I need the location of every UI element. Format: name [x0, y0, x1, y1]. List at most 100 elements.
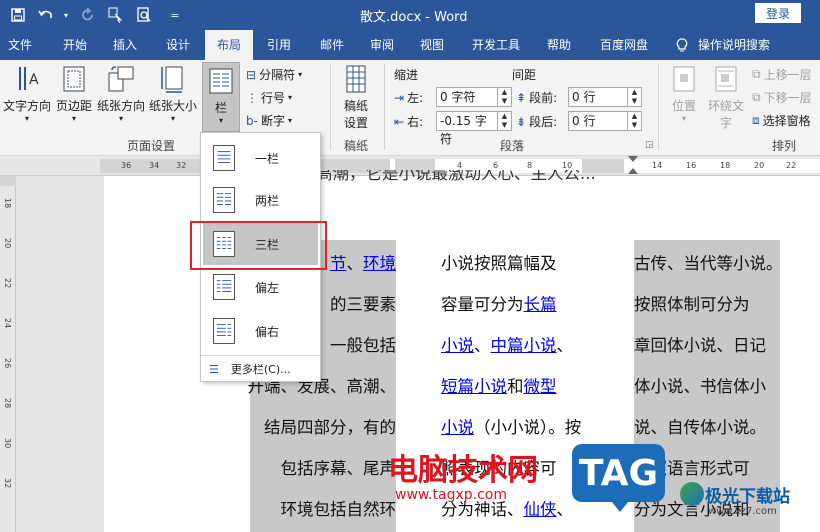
text-run: （小小说）。按 — [474, 418, 582, 437]
login-button[interactable]: 登录 — [755, 3, 801, 23]
undo-dropdown-icon[interactable]: ▾ — [56, 5, 76, 25]
text-line: 按照体制可分为 — [634, 295, 750, 315]
first-line-indent-marker[interactable] — [628, 156, 638, 162]
tab-help[interactable]: 帮助 — [536, 30, 582, 60]
wrap-text-button[interactable]: 环绕文 字 — [706, 64, 746, 131]
hyperlink[interactable]: 仙侠 — [524, 500, 557, 519]
ruler-tick: 32 — [3, 478, 12, 489]
customize-quick-access-icon[interactable]: = — [165, 5, 185, 25]
indent-left-spinner[interactable]: ▲ ▼ — [498, 87, 512, 107]
columns-label: 栏 — [214, 101, 227, 115]
highlight-box — [190, 221, 327, 270]
send-backward-button[interactable]: ⧉ 下移一层 — [752, 89, 812, 106]
bring-forward-icon: ⧉ — [752, 67, 761, 81]
tab-home[interactable]: 开始 — [52, 30, 98, 60]
breaks-button[interactable]: ⊟ 分隔符 ▾ — [246, 66, 302, 83]
hyperlink[interactable]: 长篇 — [524, 295, 557, 314]
tab-mailings[interactable]: 邮件 — [309, 30, 355, 60]
hyperlink[interactable]: 小说 — [441, 418, 474, 437]
right-column-icon — [213, 318, 235, 344]
ruler-tick: 4 — [457, 161, 463, 170]
hyperlink[interactable]: 节 — [330, 254, 347, 273]
text-run: 、 — [556, 336, 574, 355]
indent-left-label: ⇥ 左: — [394, 90, 424, 106]
ruler-tick: 32 — [176, 161, 187, 170]
ruler-tick: 20 — [754, 161, 765, 170]
hyperlink[interactable]: 微型 — [524, 377, 557, 396]
window-title: 散文.docx - Word — [360, 10, 468, 25]
paragraph-launcher-icon[interactable]: ◲ — [645, 140, 654, 150]
breaks-icon: ⊟ — [246, 67, 257, 82]
ruler-tick: 18 — [3, 198, 12, 209]
indent-right-spinner[interactable]: ▲ ▼ — [498, 111, 512, 131]
spacing-after-field[interactable]: 0 行 — [568, 111, 628, 131]
tab-developer[interactable]: 开发工具 — [462, 30, 530, 60]
orientation-button[interactable]: 纸张方向 ▾ — [96, 64, 146, 123]
tab-baidu-netdisk[interactable]: 百度网盘 — [590, 30, 658, 60]
columns-option-right[interactable]: 偏右 — [203, 310, 318, 352]
text-direction-button[interactable]: A 文字方向 ▾ — [2, 64, 52, 123]
margins-icon — [63, 66, 85, 92]
text-line: 说、自传体小说。 — [634, 418, 766, 438]
text-line: 古传、当代等小说。 — [634, 254, 783, 274]
tab-design[interactable]: 设计 — [155, 30, 201, 60]
spacing-before-spinner[interactable]: ▲ ▼ — [628, 87, 642, 107]
position-button[interactable]: 位置 ▾ — [664, 64, 704, 123]
text-line: 一般包括 — [330, 336, 396, 356]
manuscript-settings-button[interactable]: 稿纸 设置 — [336, 64, 376, 131]
indent-left-field[interactable]: 0 字符 — [436, 87, 498, 107]
tab-file[interactable]: 文件 — [0, 30, 40, 60]
text-line: 结局四部分，有的 — [264, 418, 396, 438]
ruler-margin — [0, 176, 16, 186]
bring-forward-button[interactable]: ⧉ 上移一层 — [752, 66, 812, 83]
spacing-after-spinner[interactable]: ▲ ▼ — [628, 111, 642, 131]
text-run: 、 — [474, 336, 491, 355]
indent-right-field[interactable]: -0.15 字符 — [436, 111, 498, 146]
tab-references[interactable]: 引用 — [256, 30, 302, 60]
size-button[interactable]: 纸张大小 ▾ — [148, 64, 198, 123]
tell-me-search[interactable]: 操作说明搜索 — [698, 30, 808, 60]
more-columns-icon: ☰ — [209, 362, 219, 376]
vertical-ruler[interactable]: 18 20 22 24 26 28 30 32 — [0, 176, 16, 532]
wrap-text-icon — [715, 66, 737, 92]
hyperlink[interactable]: 小说 — [441, 336, 474, 355]
tab-layout[interactable]: 布局 — [205, 30, 253, 60]
columns-button[interactable]: 栏 ▾ — [202, 62, 240, 132]
text-line: 环境包括自然环 — [281, 500, 397, 520]
selection-pane-button[interactable]: ⧈ 选择窗格 — [752, 112, 811, 129]
hyperlink[interactable]: 中篇小说 — [491, 336, 557, 355]
columns-option-label: 两栏 — [255, 193, 280, 208]
columns-option-two[interactable]: 两栏 — [203, 179, 318, 221]
columns-option-one[interactable]: 一栏 — [203, 137, 318, 179]
print-preview-icon[interactable] — [134, 5, 154, 25]
ruler-tick: 36 — [121, 161, 132, 170]
watermark-jiguang-url: www.xz7.com — [708, 506, 777, 517]
more-columns-button[interactable]: ☰ 更多栏(C)... — [203, 359, 318, 379]
line-numbers-button[interactable]: ⋮ 行号 ▾ — [246, 89, 292, 106]
undo-icon[interactable] — [36, 5, 56, 25]
margins-button[interactable]: 页边距 ▾ — [54, 64, 94, 123]
ribbon: A 文字方向 ▾ 页边距 ▾ 纸张方向 ▾ 纸张大小 ▾ 栏 ▾ ⊟ 分隔符 ▾ … — [0, 60, 820, 156]
text-run: 体小说、书信体小 — [634, 377, 766, 396]
page-setup-group-label: 页面设置 — [127, 139, 176, 153]
hyperlink[interactable]: 短篇小说 — [441, 377, 507, 396]
text-run: 环境包括自然环 — [280, 500, 397, 519]
columns-option-left[interactable]: 偏左 — [203, 266, 318, 308]
redo-icon[interactable] — [78, 5, 98, 25]
text-run: 结局四部分，有的 — [264, 418, 396, 437]
orientation-icon — [108, 66, 134, 92]
hyperlink[interactable]: 环境 — [363, 254, 396, 273]
ruler-tick: 34 — [149, 161, 160, 170]
hyphenation-button[interactable]: b- 断字 ▾ — [246, 112, 292, 129]
tab-view[interactable]: 视图 — [409, 30, 455, 60]
ruler-tick: 16 — [686, 161, 697, 170]
wrap-text-label-1: 环绕文 — [707, 99, 744, 113]
watermark-jiguang-name: 极光下载站 — [705, 487, 790, 507]
indent-header: 缩进 — [394, 68, 419, 82]
tab-review[interactable]: 审阅 — [359, 30, 405, 60]
two-columns-icon — [213, 187, 235, 213]
spacing-before-field[interactable]: 0 行 — [568, 87, 628, 107]
tab-insert[interactable]: 插入 — [102, 30, 148, 60]
touch-mode-icon[interactable] — [106, 5, 126, 25]
save-icon[interactable] — [8, 5, 28, 25]
